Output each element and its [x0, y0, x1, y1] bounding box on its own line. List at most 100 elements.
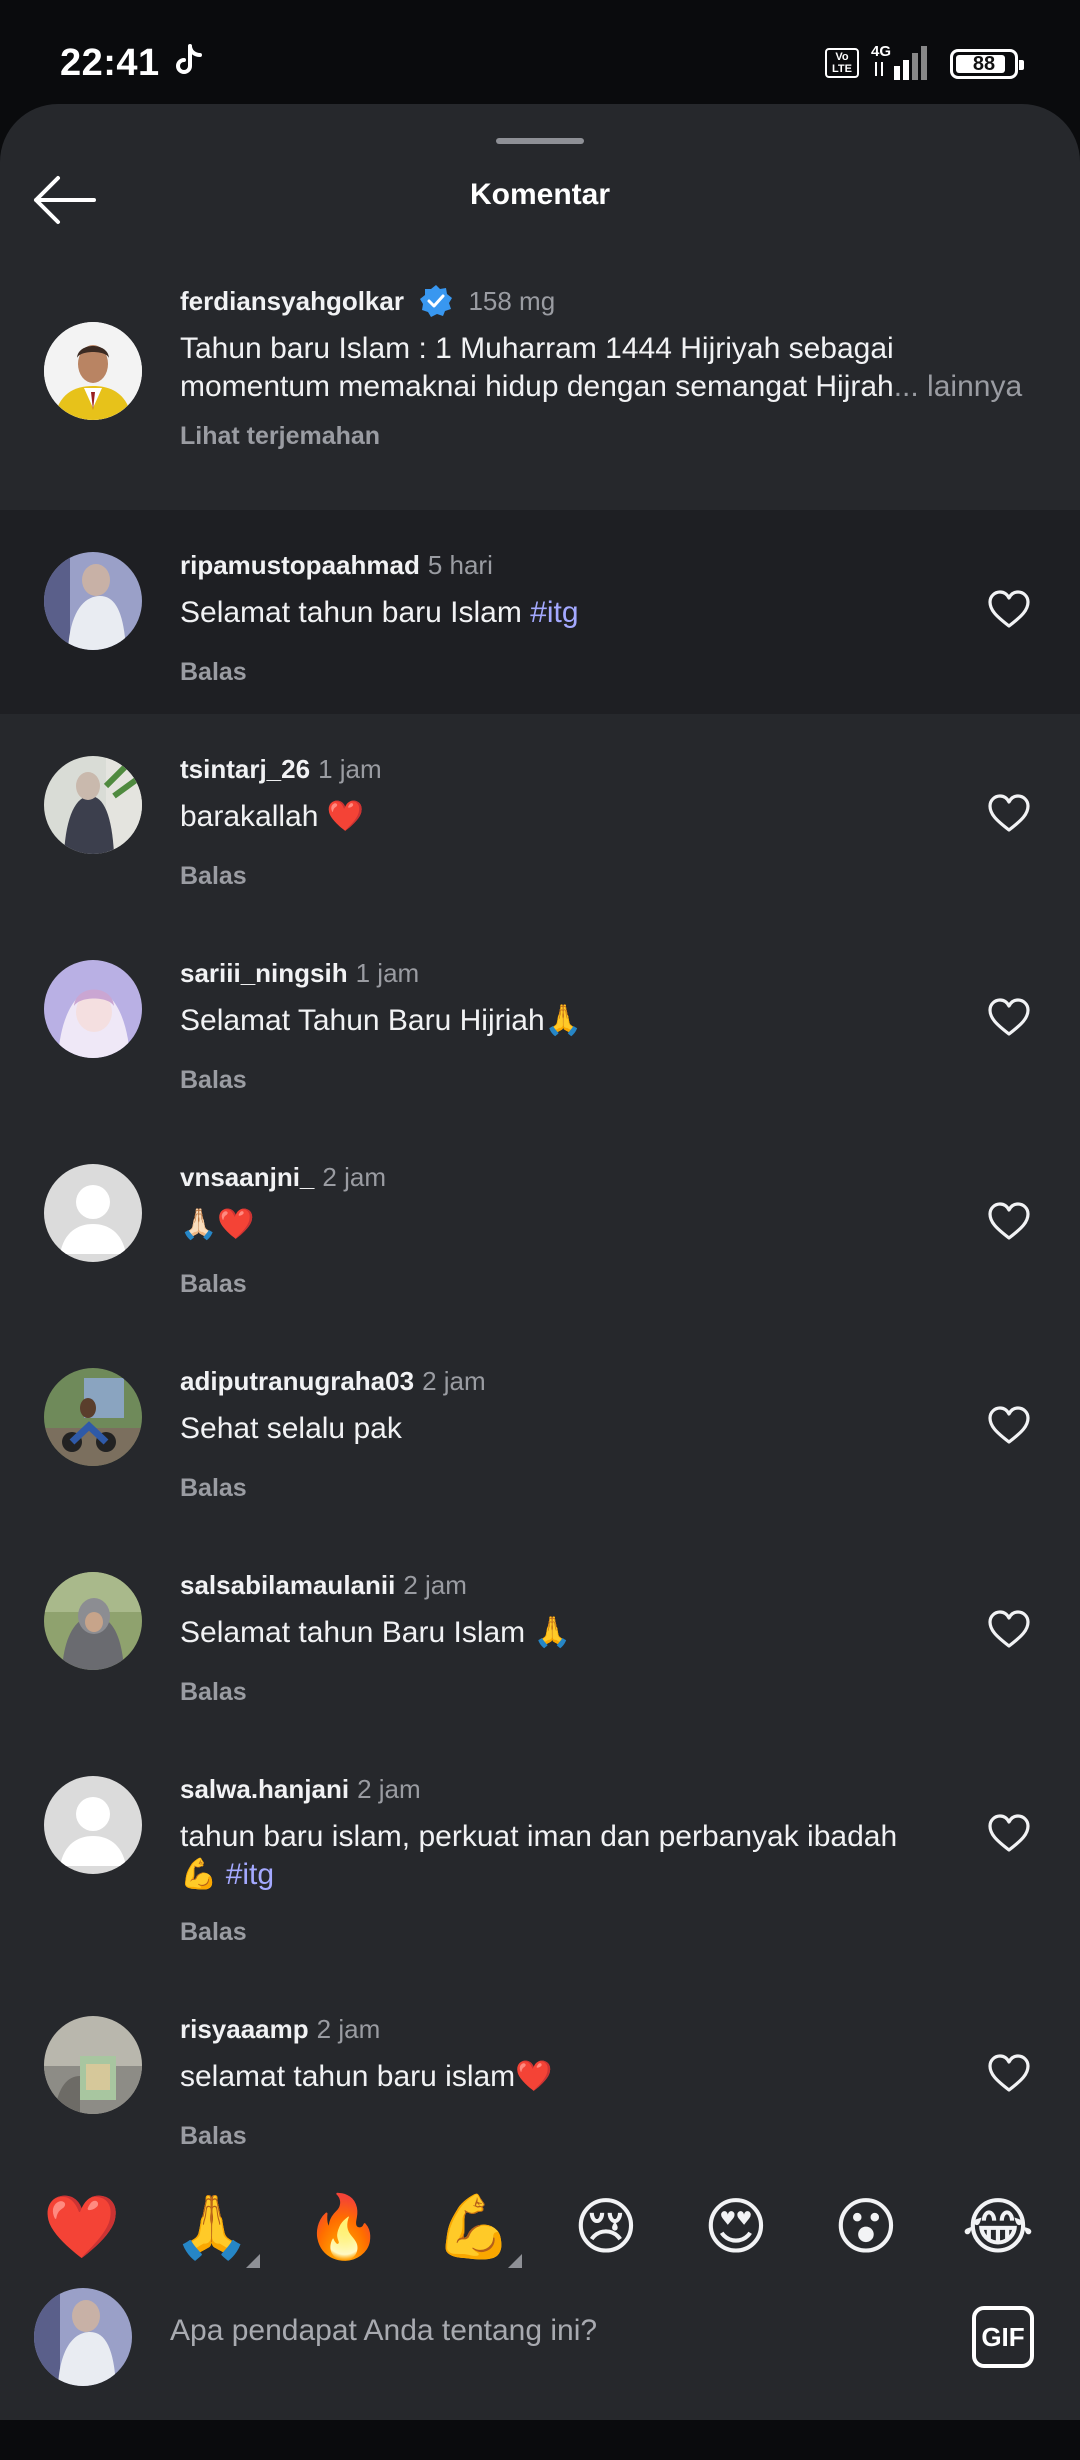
comment-item: vnsaanjni_ 2 jam 🙏🏻❤️ Balas — [0, 1122, 1080, 1326]
hashtag-link[interactable]: #itg — [226, 1858, 274, 1891]
avatar-photo — [44, 2016, 142, 2114]
like-heart-icon[interactable] — [986, 792, 1032, 834]
more-link[interactable]: ... lainnya — [894, 370, 1022, 403]
avatar-photo — [44, 1368, 142, 1466]
battery-text: 88 — [972, 53, 996, 75]
reply-button[interactable]: Balas — [180, 862, 247, 891]
tiktok-icon — [176, 44, 202, 74]
like-heart-icon[interactable] — [986, 1812, 1032, 1854]
caption-text-line2: momentum memaknai hidup dengan semangat … — [180, 368, 1022, 406]
reply-button[interactable]: Balas — [180, 1066, 247, 1095]
comment-item: salsabilamaulanii 2 jam Selamat tahun Bar… — [0, 1530, 1080, 1734]
comment-time: 1 jam — [355, 958, 420, 988]
reaction-pray-emoji[interactable]: 🙏 — [172, 2188, 252, 2268]
reply-button[interactable]: Balas — [180, 2122, 247, 2151]
comment-text: 💪 — [180, 1858, 226, 1891]
comments-sheet: Komentar ferdiansyahgolkar 158 mg Tahun … — [0, 104, 1080, 2420]
reaction-laughing-emoji[interactable]: 😂 — [958, 2188, 1038, 2268]
comment-username[interactable]: sariii_ningsih — [180, 958, 348, 988]
comment-time: 2 jam — [357, 1774, 421, 1804]
reaction-surprised-emoji[interactable]: 😮 — [826, 2188, 906, 2268]
avatar-photo — [44, 960, 142, 1058]
status-bar: 22:41 Vo LTE 4G 88 — [0, 0, 1080, 104]
comment-username[interactable]: salwa.hanjani — [180, 1774, 349, 1804]
svg-text:4G: 4G — [871, 43, 891, 60]
like-heart-icon[interactable] — [986, 996, 1032, 1038]
skin-tone-indicator-icon — [246, 2254, 260, 2268]
reaction-heart-emoji[interactable]: ❤️ — [42, 2188, 122, 2268]
default-avatar[interactable] — [44, 1164, 142, 1262]
reaction-heart-eyes-emoji[interactable]: 😍 — [696, 2188, 776, 2268]
avatar-photo — [44, 1572, 142, 1670]
battery-icon: 88 — [950, 49, 1024, 79]
verified-badge-icon — [420, 285, 453, 317]
comment-text-line: Selamat tahun baru Islam #itg — [180, 594, 579, 632]
avatar[interactable] — [44, 960, 142, 1058]
skin-tone-indicator-icon — [508, 2254, 522, 2268]
reaction-crying-emoji[interactable]: 😢 — [566, 2188, 646, 2268]
comment-item: salwa.hanjani 2 jam tahun baru islam, per… — [0, 1734, 1080, 1974]
reaction-fire-emoji[interactable]: 🔥 — [304, 2188, 384, 2268]
avatar[interactable] — [44, 552, 142, 650]
like-heart-icon[interactable] — [986, 1200, 1032, 1242]
gif-button[interactable]: GIF — [972, 2306, 1034, 2368]
comment-text: Sehat selalu pak — [180, 1412, 402, 1445]
comment-text: 🙏🏻❤️ — [180, 1208, 255, 1241]
like-heart-icon[interactable] — [986, 1608, 1032, 1650]
comment-text: barakallah ❤️ — [180, 800, 365, 833]
system-nav-bar — [0, 2420, 1080, 2460]
avatar[interactable] — [44, 322, 142, 420]
own-avatar — [34, 2288, 132, 2386]
reply-button[interactable]: Balas — [180, 1474, 247, 1503]
avatar-photo — [44, 552, 142, 650]
avatar-photo — [44, 322, 142, 420]
default-avatar-icon — [44, 1776, 142, 1874]
comment-item: tsintarj_26 1 jam barakallah ❤️ Balas — [0, 714, 1080, 918]
comment-username[interactable]: vnsaanjni_ — [180, 1162, 314, 1192]
avatar-photo — [44, 756, 142, 854]
avatar-photo — [34, 2288, 132, 2386]
avatar[interactable] — [44, 2016, 142, 2114]
comment-text-line2: 💪 #itg — [180, 1856, 274, 1894]
comment-username[interactable]: tsintarj_26 — [180, 754, 310, 784]
comment-composer: Apa pendapat Anda tentang ini? GIF — [0, 2280, 1080, 2420]
sheet-drag-handle[interactable] — [496, 138, 584, 144]
comment-username[interactable]: ripamustopaahmad — [180, 550, 420, 580]
reply-button[interactable]: Balas — [180, 1270, 247, 1299]
comment-item: adiputranugraha03 2 jam Sehat selalu pak … — [0, 1326, 1080, 1530]
caption-username[interactable]: ferdiansyahgolkar — [180, 286, 404, 316]
comment-time: 5 hari — [427, 550, 493, 580]
comment-time: 2 jam — [316, 2014, 381, 2044]
signal-icon: 4G — [871, 43, 927, 80]
hashtag-link[interactable]: #itg — [530, 596, 578, 629]
comment-time: 2 jam — [403, 1570, 467, 1600]
avatar[interactable] — [44, 756, 142, 854]
comment-item: risyaaamp 2 jam selamat tahun baru islam❤… — [0, 1974, 1080, 2178]
comment-time: 2 jam — [322, 1162, 386, 1192]
comment-text: Selamat Tahun Baru Hijriah🙏 — [180, 1004, 582, 1037]
comment-text: selamat tahun baru islam❤️ — [180, 2060, 553, 2093]
comment-username[interactable]: risyaaamp — [180, 2014, 309, 2044]
comment-text: Selamat tahun Baru Islam 🙏 — [180, 1616, 571, 1649]
status-time: 22:41 — [60, 42, 160, 84]
reaction-muscle-emoji[interactable]: 💪 — [434, 2188, 514, 2268]
comment-item: sariii_ningsih 1 jam Selamat Tahun Baru H… — [0, 918, 1080, 1122]
avatar[interactable] — [44, 1572, 142, 1670]
see-translation-link[interactable]: Lihat terjemahan — [180, 422, 380, 451]
like-heart-icon[interactable] — [986, 1404, 1032, 1446]
like-heart-icon[interactable] — [986, 2052, 1032, 2094]
reply-button[interactable]: Balas — [180, 1678, 247, 1707]
comment-time: 2 jam — [422, 1366, 486, 1396]
like-heart-icon[interactable] — [986, 588, 1032, 630]
avatar[interactable] — [44, 1368, 142, 1466]
volte-icon: Vo LTE — [825, 48, 859, 78]
comment-text: tahun baru islam, perkuat iman dan perba… — [180, 1820, 898, 1853]
reply-button[interactable]: Balas — [180, 1918, 247, 1947]
comment-input[interactable]: Apa pendapat Anda tentang ini? — [170, 2314, 597, 2348]
comment-time: 1 jam — [318, 754, 382, 784]
default-avatar[interactable] — [44, 1776, 142, 1874]
default-avatar-icon — [44, 1164, 142, 1262]
reply-button[interactable]: Balas — [180, 658, 247, 687]
comment-username[interactable]: adiputranugraha03 — [180, 1366, 414, 1396]
comment-username[interactable]: salsabilamaulanii — [180, 1570, 395, 1600]
